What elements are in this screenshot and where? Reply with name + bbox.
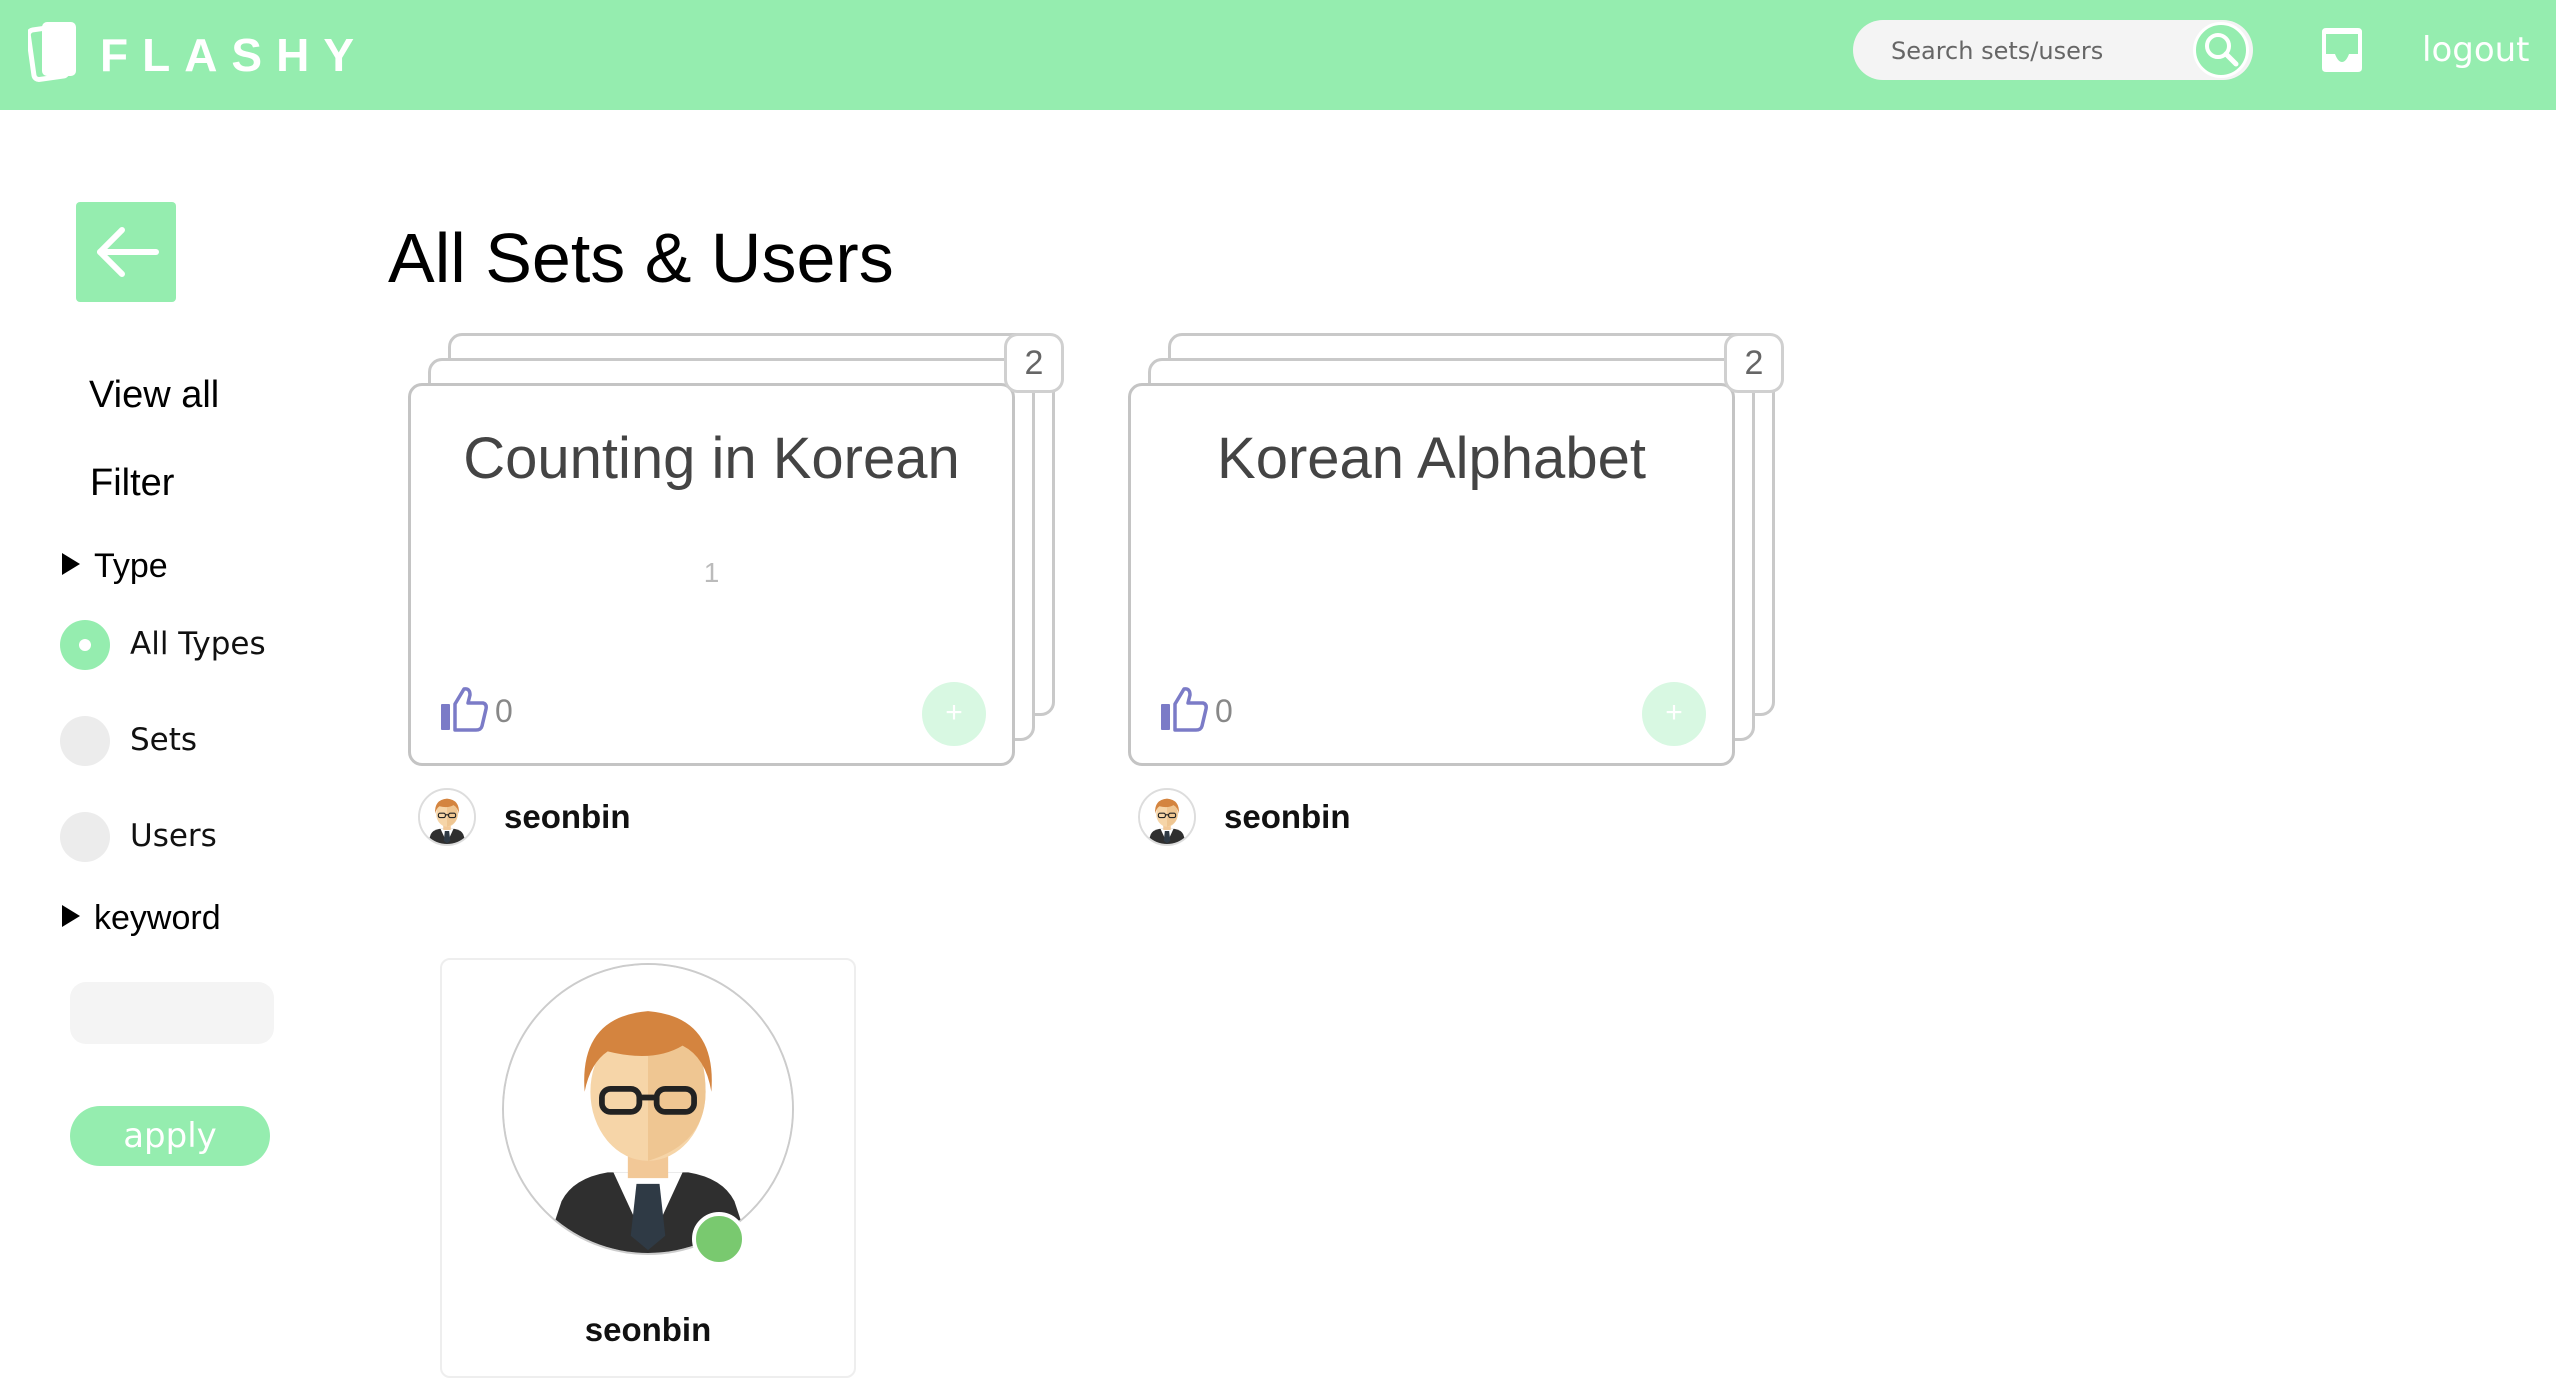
radio-button[interactable] <box>60 716 110 766</box>
back-button[interactable] <box>76 202 176 302</box>
search-button[interactable] <box>2193 22 2249 78</box>
thumbs-up-icon[interactable] <box>439 686 489 732</box>
radio-button[interactable] <box>60 620 110 670</box>
like-count: 0 <box>495 693 513 729</box>
filter-heading: Filter <box>90 462 175 504</box>
like-count: 0 <box>1215 693 1233 729</box>
set-title: Korean Alphabet <box>1217 426 1646 491</box>
keyword-input[interactable] <box>70 982 274 1044</box>
user-avatar-icon <box>504 965 792 1253</box>
set-card[interactable]: Korean Alphabet 0 + 2 seonbin <box>1128 333 1793 853</box>
logout-link[interactable]: logout <box>2422 28 2530 72</box>
apply-button[interactable]: apply <box>70 1106 270 1166</box>
keyword-section-label: keyword <box>94 899 221 937</box>
set-title: Counting in Korean <box>463 426 960 491</box>
user-avatar[interactable] <box>502 963 794 1255</box>
user-card[interactable]: seonbin <box>440 958 856 1378</box>
add-set-button[interactable]: + <box>1642 682 1706 746</box>
card-count-badge: 2 <box>1004 333 1064 393</box>
view-all-link[interactable]: View all <box>89 372 219 418</box>
set-card[interactable]: Counting in Korean 1 0 + 2 seonbin <box>408 333 1073 853</box>
top-navbar: FLASHY logout <box>0 0 2556 110</box>
search-bar <box>1853 20 2253 80</box>
owner-name[interactable]: seonbin <box>1224 797 1351 837</box>
search-icon <box>2205 33 2239 67</box>
user-name[interactable]: seonbin <box>442 1310 854 1350</box>
search-input[interactable] <box>1889 30 2183 72</box>
type-section-label: Type <box>94 547 168 585</box>
card-front[interactable]: Korean Alphabet 0 + <box>1128 383 1735 766</box>
expand-triangle-icon <box>62 905 80 927</box>
card-count-badge: 2 <box>1724 333 1784 393</box>
arrow-left-icon <box>97 227 159 277</box>
keyword-section-toggle[interactable]: keyword <box>62 897 221 939</box>
user-avatar-icon <box>1140 790 1194 844</box>
page-title: All Sets & Users <box>388 219 894 297</box>
inbox-icon[interactable] <box>2318 26 2366 74</box>
expand-triangle-icon <box>62 553 80 575</box>
radio-label: Users <box>130 818 217 854</box>
thumbs-up-icon[interactable] <box>1159 686 1209 732</box>
radio-label: All Types <box>130 626 266 662</box>
type-section-toggle[interactable]: Type <box>62 545 168 587</box>
brand-name[interactable]: FLASHY <box>100 30 368 80</box>
owner-avatar[interactable] <box>418 788 476 846</box>
cards-logo-icon[interactable] <box>28 18 80 84</box>
card-front[interactable]: Counting in Korean 1 0 + <box>408 383 1015 766</box>
add-set-button[interactable]: + <box>922 682 986 746</box>
online-status-indicator <box>692 1212 746 1266</box>
owner-name[interactable]: seonbin <box>504 797 631 837</box>
radio-button[interactable] <box>60 812 110 862</box>
user-avatar-icon <box>420 790 474 844</box>
radio-label: Sets <box>130 722 198 758</box>
set-description: 1 <box>703 557 720 588</box>
owner-avatar[interactable] <box>1138 788 1196 846</box>
